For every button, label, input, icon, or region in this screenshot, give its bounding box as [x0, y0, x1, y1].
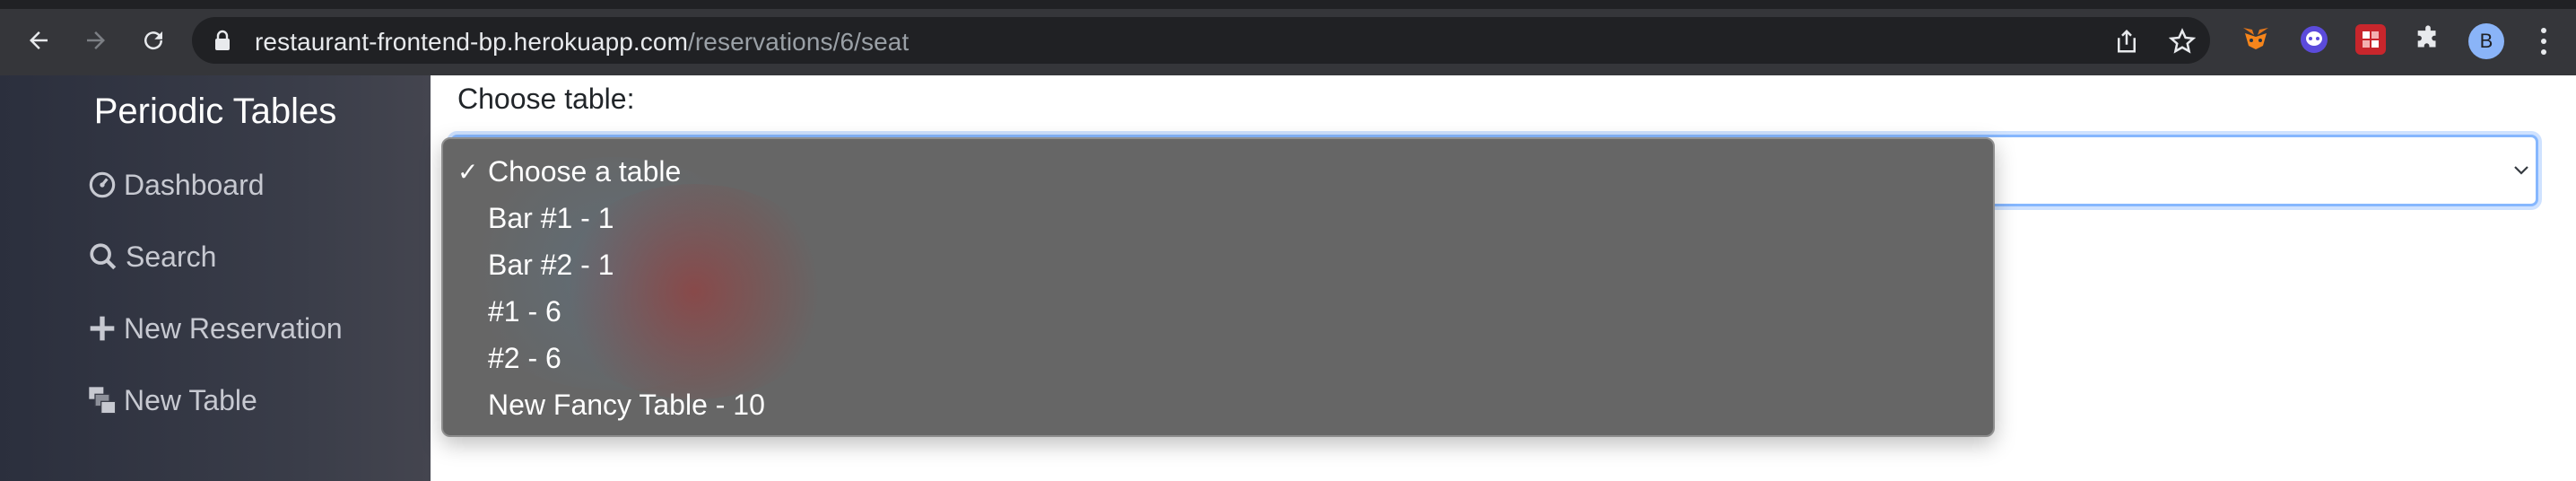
- check-icon: ✓: [457, 157, 479, 186]
- url-text[interactable]: restaurant-frontend-bp.herokuapp.com/res…: [255, 28, 909, 57]
- sidebar-item-label: Dashboard: [124, 168, 265, 201]
- option-table-2[interactable]: #2 - 6: [443, 335, 1993, 381]
- puzzle-piece-icon[interactable]: [2413, 24, 2443, 55]
- option-choose-a-table[interactable]: ✓ Choose a table: [443, 148, 1993, 195]
- table-select-dropdown: ✓ Choose a table Bar #1 - 1 Bar #2 - 1 #…: [441, 137, 1995, 437]
- plus-icon: [90, 316, 115, 341]
- sidebar-item-label: New Reservation: [124, 311, 343, 345]
- ghost-extension-icon[interactable]: [2299, 24, 2329, 55]
- url-path: /reservations/6/seat: [688, 28, 909, 56]
- back-arrow-icon[interactable]: [20, 22, 57, 59]
- option-label: Choose a table: [488, 154, 682, 188]
- profile-avatar[interactable]: B: [2468, 23, 2504, 59]
- browser-toolbar: restaurant-frontend-bp.herokuapp.com/res…: [0, 0, 2576, 75]
- tab-strip-edge: [0, 0, 2576, 9]
- option-bar-1[interactable]: Bar #1 - 1: [443, 195, 1993, 241]
- sidebar: Periodic Tables Dashboard Search New Res…: [0, 75, 431, 481]
- sidebar-item-search[interactable]: Search: [88, 237, 216, 276]
- chevron-down-icon: [2511, 159, 2532, 185]
- metamask-fox-icon[interactable]: [2241, 24, 2271, 55]
- profile-initial: B: [2479, 30, 2493, 52]
- app-title[interactable]: Periodic Tables: [0, 92, 431, 132]
- address-bar[interactable]: restaurant-frontend-bp.herokuapp.com/res…: [192, 17, 2210, 64]
- sidebar-item-label: New Table: [124, 383, 257, 416]
- reload-icon[interactable]: [135, 22, 172, 59]
- choose-table-label: Choose table:: [457, 83, 635, 115]
- search-icon: [90, 243, 117, 270]
- layers-icon: [89, 387, 117, 415]
- share-icon[interactable]: [2113, 28, 2140, 55]
- option-label: #2 - 6: [488, 341, 561, 374]
- lock-icon[interactable]: [213, 30, 231, 56]
- dashboard-gauge-icon: [89, 171, 116, 198]
- sidebar-item-label: Search: [126, 240, 217, 273]
- star-icon[interactable]: [2168, 28, 2197, 55]
- forward-arrow-icon[interactable]: [77, 22, 115, 59]
- sidebar-item-new-table[interactable]: New Table: [88, 380, 257, 420]
- sidebar-item-new-reservation[interactable]: New Reservation: [88, 309, 343, 348]
- option-label: New Fancy Table - 10: [488, 388, 765, 421]
- option-label: Bar #2 - 1: [488, 248, 614, 281]
- kebab-menu-icon[interactable]: [2535, 25, 2553, 57]
- option-label: #1 - 6: [488, 294, 561, 328]
- option-label: Bar #1 - 1: [488, 201, 614, 234]
- red-puzzle-extension-icon[interactable]: [2355, 24, 2386, 55]
- url-domain: restaurant-frontend-bp.herokuapp.com: [255, 28, 688, 56]
- option-new-fancy-table[interactable]: New Fancy Table - 10: [443, 381, 1993, 428]
- option-table-1[interactable]: #1 - 6: [443, 288, 1993, 335]
- option-bar-2[interactable]: Bar #2 - 1: [443, 241, 1993, 288]
- sidebar-item-dashboard[interactable]: Dashboard: [88, 165, 265, 205]
